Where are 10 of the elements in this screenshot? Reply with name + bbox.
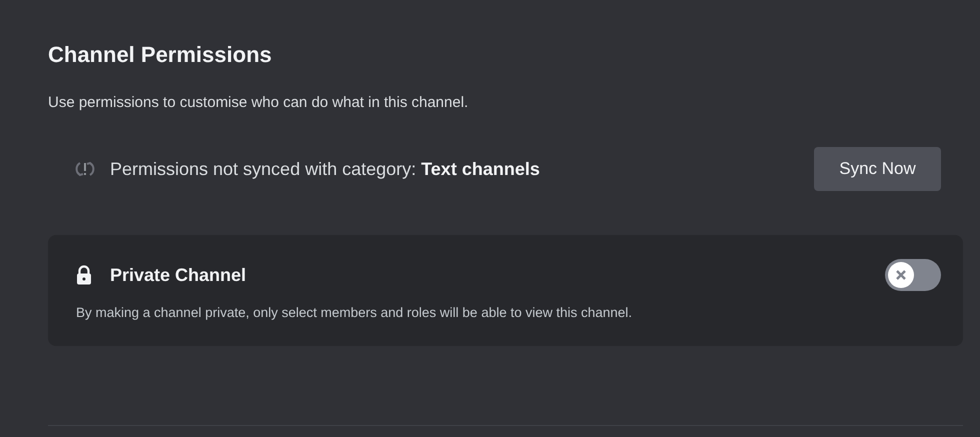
page-description: Use permissions to customise who can do what in this channel.	[48, 94, 470, 111]
close-icon	[895, 269, 907, 281]
private-channel-description: By making a channel private, only select members and roles will be able to view this channel.	[76, 305, 634, 320]
sync-status-text: Permissions not synced with category: Text channels	[110, 158, 541, 180]
page-title: Channel Permissions	[48, 42, 273, 68]
sync-now-button[interactable]: Sync Now	[814, 147, 941, 191]
private-channel-toggle[interactable]	[885, 259, 941, 291]
private-channel-title: Private Channel	[110, 264, 248, 286]
lock-icon	[76, 265, 92, 285]
sync-warning-icon	[74, 160, 96, 178]
